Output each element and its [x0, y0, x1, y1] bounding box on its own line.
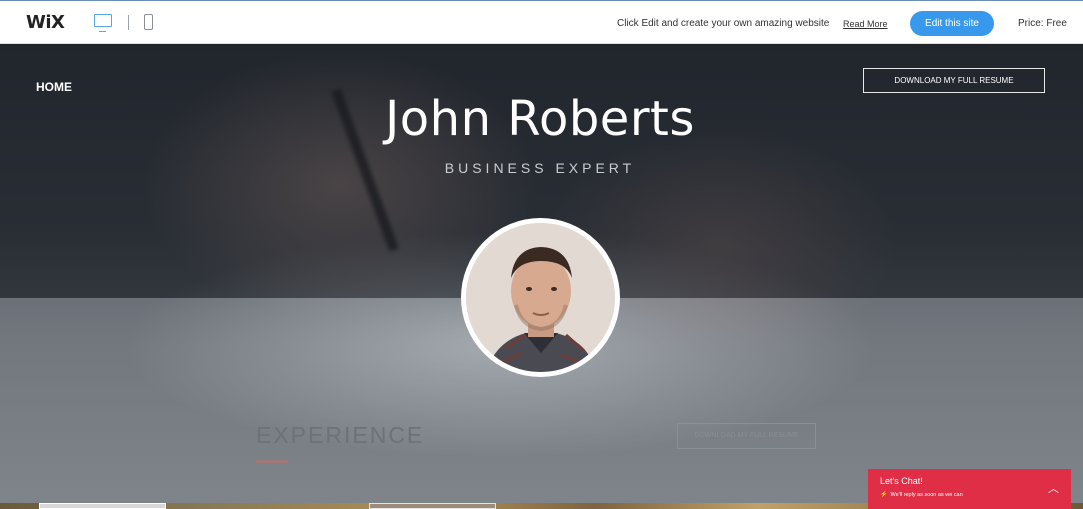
lightning-icon: ⚡ — [880, 492, 888, 498]
experience-download-resume-button[interactable]: DOWNLOAD MY FULL RESUME — [677, 423, 816, 449]
read-more-link[interactable]: Read More — [843, 19, 888, 29]
experience-underline — [256, 460, 288, 463]
wix-top-bar: WiX Click Edit and create your own amazi… — [0, 0, 1083, 44]
download-resume-button[interactable]: DOWNLOAD MY FULL RESUME — [863, 68, 1045, 93]
portrait-illustration — [466, 223, 615, 372]
thumbnail-1 — [39, 503, 166, 509]
hero-section: HOME DOWNLOAD MY FULL RESUME John Robert… — [0, 45, 1083, 509]
promo-text: Click Edit and create your own amazing w… — [617, 18, 830, 29]
mobile-view-icon[interactable] — [144, 14, 153, 30]
chevron-up-icon[interactable]: ︿ — [1048, 480, 1059, 496]
edit-site-button[interactable]: Edit this site — [910, 11, 994, 36]
view-divider — [128, 15, 129, 30]
page-subtitle: BUSINESS EXPERT — [444, 160, 636, 176]
desktop-view-icon[interactable] — [94, 14, 112, 32]
wix-logo[interactable]: WiX — [26, 12, 65, 33]
page-title: John Roberts — [385, 91, 695, 147]
profile-photo — [461, 218, 620, 377]
chat-widget[interactable]: Let's Chat! ⚡ We'll reply as soon as we c… — [868, 469, 1071, 509]
chat-subtitle-text: We'll reply as soon as we can — [890, 492, 963, 498]
chat-title: Let's Chat! — [880, 476, 923, 486]
thumbnail-2 — [369, 503, 496, 509]
experience-heading: EXPERIENCE — [256, 422, 425, 448]
chat-subtitle: ⚡ We'll reply as soon as we can — [880, 491, 963, 498]
price-label: Price: Free — [1018, 18, 1067, 29]
